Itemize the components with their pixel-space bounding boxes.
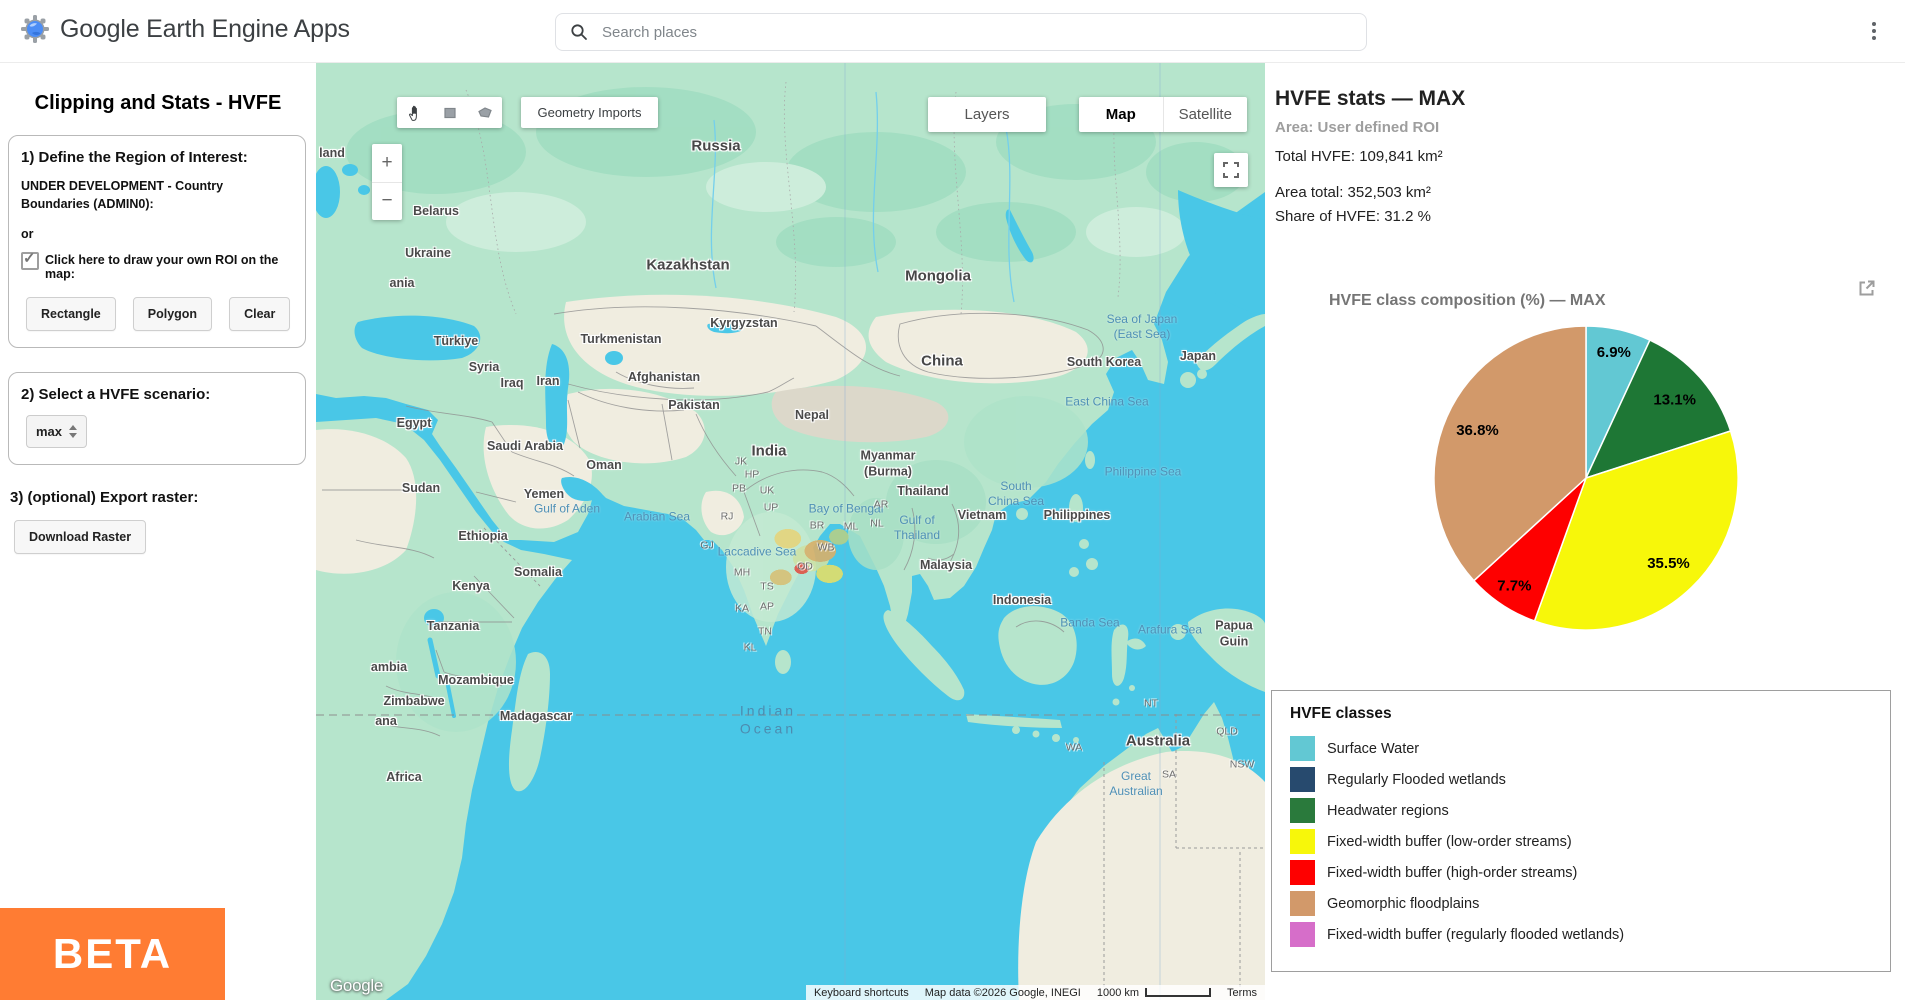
select-arrows-icon — [69, 425, 78, 438]
pie-value-label: 35.5% — [1647, 555, 1690, 572]
open-in-new-icon — [1859, 280, 1875, 296]
legend-label: Surface Water — [1327, 740, 1420, 757]
legend-item: Geomorphic floodplains — [1290, 888, 1872, 919]
earth-engine-logo-icon — [21, 15, 49, 43]
fullscreen-icon — [1223, 162, 1239, 178]
legend-swatch — [1290, 860, 1315, 885]
legend-item: Fixed-width buffer (low-order streams) — [1290, 826, 1872, 857]
pie-chart: 6.9% 13.1% 35.5% 7.7% 36.8% — [1433, 325, 1739, 631]
scenario-select[interactable]: max — [26, 415, 88, 448]
search-box[interactable] — [555, 13, 1367, 51]
stats-total-hvfe: Total HVFE: 109,841 km² — [1275, 148, 1443, 165]
open-chart-button[interactable] — [1857, 278, 1879, 300]
roi-clear-button[interactable]: Clear — [229, 297, 291, 331]
scenario-section: 2) Select a HVFE scenario: max — [8, 372, 306, 465]
roi-dev-note: UNDER DEVELOPMENT - Country Boundaries (… — [21, 179, 224, 211]
map-data-attribution: Map data ©2026 Google, INEGI — [916, 985, 1089, 1000]
polygon-icon — [477, 106, 492, 118]
pan-tool-button[interactable] — [397, 97, 432, 128]
scenario-selected-value: max — [36, 424, 63, 439]
logo-wrap: Google Earth Engine Apps — [20, 14, 350, 44]
app-title: Google Earth Engine Apps — [60, 14, 350, 43]
google-logo[interactable]: Google — [330, 976, 383, 996]
legend-title: HVFE classes — [1290, 705, 1392, 722]
export-section-heading: 3) (optional) Export raster: — [10, 489, 199, 506]
legend-item: Regularly Flooded wetlands — [1290, 764, 1872, 795]
beta-badge: BETA — [0, 908, 225, 1000]
legend-item: Fixed-width buffer (regularly flooded we… — [1290, 919, 1872, 950]
fullscreen-button[interactable] — [1214, 153, 1248, 187]
pie-value-label: 6.9% — [1597, 344, 1631, 361]
download-raster-button[interactable]: Download Raster — [14, 520, 147, 554]
legend-panel: HVFE classes Surface Water Regularly Floo… — [1271, 690, 1891, 972]
legend-item: Fixed-width buffer (high-order streams) — [1290, 857, 1872, 888]
legend-swatch — [1290, 736, 1315, 761]
map-canvas[interactable]: Russia land Belarus Ukraine ania Türkiye Kazak… — [316, 62, 1265, 1000]
draw-roi-checkbox-row[interactable]: ✓ Click here to draw your own ROI on the… — [21, 250, 293, 281]
rectangle-tool-button[interactable] — [432, 97, 467, 128]
terms-link[interactable]: Terms — [1219, 985, 1265, 1000]
map-type-control: Map Satellite — [1079, 97, 1247, 132]
pie-value-label: 7.7% — [1497, 578, 1531, 595]
map-attribution-bar: Keyboard shortcuts Map data ©2026 Google… — [805, 985, 1265, 1000]
legend-label: Fixed-width buffer (regularly flooded we… — [1327, 926, 1625, 943]
pie-value-label: 13.1% — [1653, 391, 1696, 408]
kebab-icon — [1872, 22, 1876, 40]
legend-item: Surface Water — [1290, 733, 1872, 764]
legend-swatch — [1290, 798, 1315, 823]
draw-roi-checkbox-label: Click here to draw your own ROI on the m… — [45, 253, 279, 281]
keyboard-shortcuts-link[interactable]: Keyboard shortcuts — [805, 985, 917, 1000]
legend-label: Geomorphic floodplains — [1327, 895, 1480, 912]
checkmark-icon: ✓ — [23, 250, 36, 267]
page-root: Google Earth Engine Apps Clipping and St… — [0, 0, 1905, 1000]
map-scale-label: 1000 km — [1096, 987, 1140, 999]
map-type-map-button[interactable]: Map — [1079, 97, 1163, 132]
zoom-control: + − — [372, 144, 402, 220]
hand-icon — [408, 105, 417, 121]
rectangle-icon — [443, 107, 456, 118]
hvfe-roi-overlay — [753, 514, 869, 602]
scenario-section-heading: 2) Select a HVFE scenario: — [21, 386, 211, 403]
draw-roi-checkbox[interactable]: ✓ — [21, 250, 39, 270]
legend-label: Fixed-width buffer (high-order streams) — [1327, 864, 1578, 881]
sidebar: Clipping and Stats - HVFE 1) Define the … — [0, 62, 316, 1000]
legend-label: Fixed-width buffer (low-order streams) — [1327, 833, 1572, 850]
app-header: Google Earth Engine Apps — [0, 0, 1905, 63]
map-scale: 1000 km — [1088, 985, 1220, 1000]
search-input[interactable] — [600, 22, 1304, 42]
roi-polygon-button[interactable]: Polygon — [132, 297, 213, 331]
pie-chart-panel: HVFE class composition (%) — MAX 6.9% 13.… — [1273, 270, 1895, 642]
stats-share: Share of HVFE: 31.2 % — [1275, 208, 1431, 225]
legend-item: Headwater regions — [1290, 795, 1872, 826]
app-panel-title: Clipping and Stats - HVFE — [34, 92, 282, 114]
overflow-menu-button[interactable] — [1861, 18, 1887, 44]
legend-swatch — [1290, 891, 1315, 916]
zoom-out-button[interactable]: − — [372, 183, 402, 221]
legend-swatch — [1290, 767, 1315, 792]
legend-label: Headwater regions — [1327, 802, 1449, 819]
roi-or-label: or — [21, 227, 34, 241]
layers-button[interactable]: Layers — [928, 97, 1046, 132]
legend-rows: Surface Water Regularly Flooded wetlands H… — [1290, 733, 1872, 950]
stats-area-total: Area total: 352,503 km² — [1275, 184, 1431, 201]
stats-block: HVFE stats — MAX Area: User defined ROI … — [1265, 62, 1905, 225]
search-icon — [571, 24, 587, 40]
zoom-in-button[interactable]: + — [372, 144, 402, 183]
legend-swatch — [1290, 922, 1315, 947]
stats-panel: HVFE stats — MAX Area: User defined ROI … — [1265, 62, 1905, 1000]
map-scale-bar — [1145, 987, 1212, 997]
roi-section-heading: 1) Define the Region of Interest: — [21, 149, 248, 166]
legend-swatch — [1290, 829, 1315, 854]
map-type-satellite-button[interactable]: Satellite — [1162, 97, 1248, 132]
roi-section: 1) Define the Region of Interest: UNDER … — [8, 135, 306, 348]
legend-label: Regularly Flooded wetlands — [1327, 771, 1506, 788]
pie-value-label: 36.8% — [1456, 422, 1499, 439]
stats-area-label: Area: User defined ROI — [1275, 119, 1440, 136]
polygon-tool-button[interactable] — [467, 97, 502, 128]
roi-button-row: Rectangle Polygon Clear — [21, 297, 293, 331]
geometry-imports-button[interactable]: Geometry Imports — [521, 97, 658, 128]
stats-title: HVFE stats — MAX — [1275, 87, 1466, 110]
roi-rectangle-button[interactable]: Rectangle — [26, 297, 116, 331]
draw-toolbar — [397, 97, 502, 128]
